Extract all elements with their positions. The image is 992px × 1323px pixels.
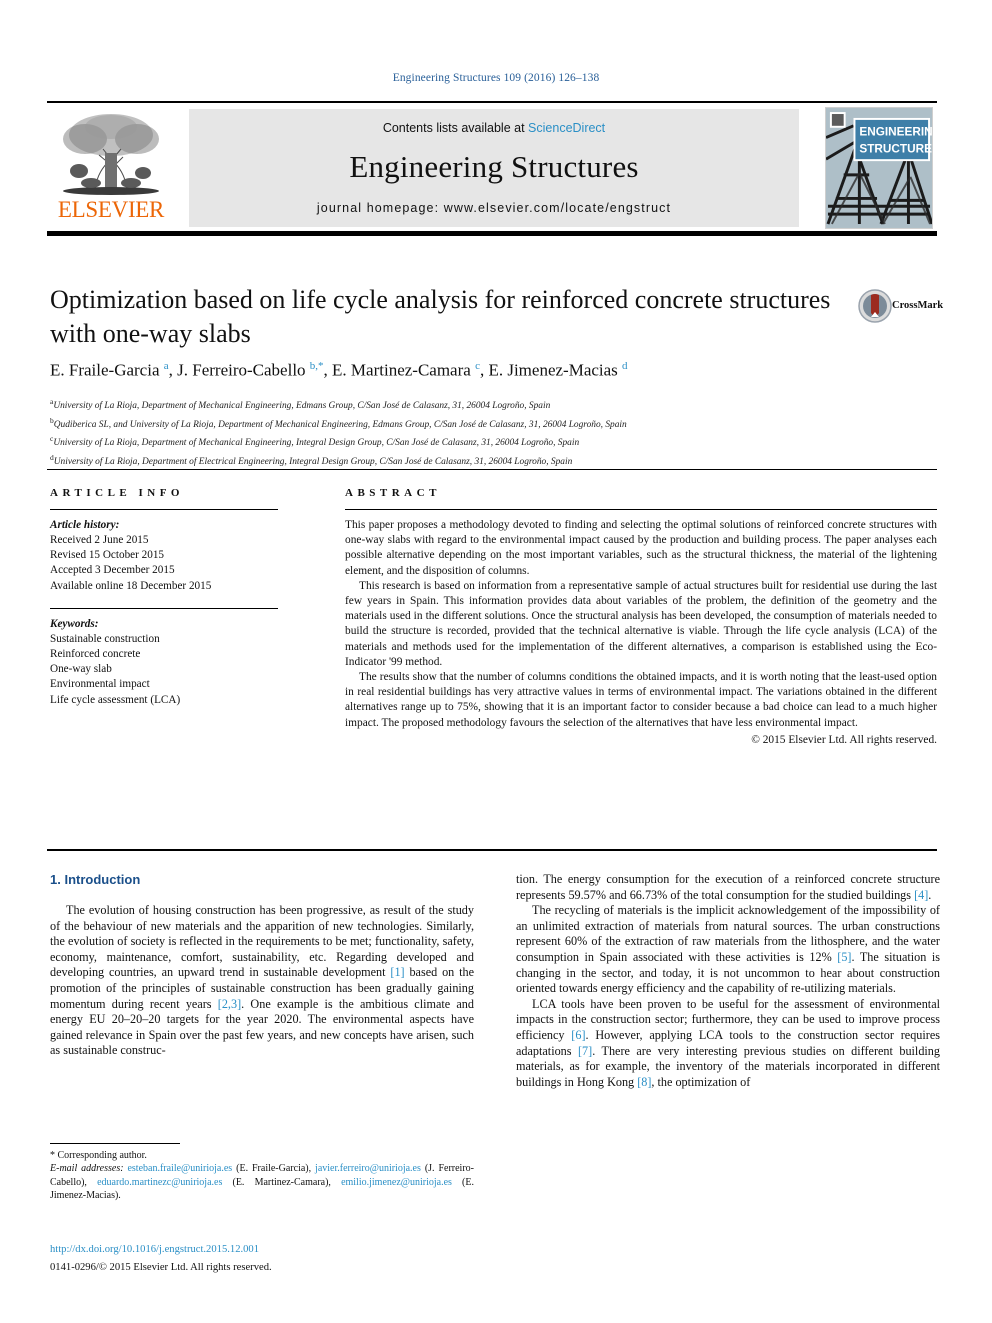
masthead-bottom-rule xyxy=(47,231,937,236)
sciencedirect-link[interactable]: ScienceDirect xyxy=(528,121,605,135)
affiliation-list: aUniversity of La Rioja, Department of M… xyxy=(50,395,910,469)
body-paragraph: tion. The energy consumption for the exe… xyxy=(516,872,940,902)
svg-text:ENGINEERING: ENGINEERING xyxy=(859,126,932,139)
corresponding-author-marker: * xyxy=(50,1150,55,1161)
keyword-item: Reinforced concrete xyxy=(50,648,141,661)
title-block: Optimization based on life cycle analysi… xyxy=(50,283,840,351)
body-columns: 1. Introduction The evolution of housing… xyxy=(50,872,940,1132)
svg-text:STRUCTURES: STRUCTURES xyxy=(859,142,932,155)
abstract-bottom-rule xyxy=(47,849,937,851)
article-first-page: Engineering Structures 109 (2016) 126–13… xyxy=(0,0,992,1323)
affiliation-c: cUniversity of La Rioja, Department of M… xyxy=(50,434,580,449)
article-info-rule xyxy=(50,509,278,510)
affiliation-a: aUniversity of La Rioja, Department of M… xyxy=(50,397,551,412)
footnote-block: * Corresponding author. E-mail addresses… xyxy=(50,1143,474,1203)
article-history-group: Article history: Received 2 June 2015 Re… xyxy=(50,518,300,594)
corresponding-author-note: * Corresponding author. xyxy=(50,1149,474,1162)
body-paragraph: The evolution of housing construction ha… xyxy=(50,903,474,1058)
doi-link[interactable]: http://dx.doi.org/10.1016/j.engstruct.20… xyxy=(50,1243,474,1257)
abstract-paragraph: This research is based on information fr… xyxy=(345,579,937,668)
keyword-item: Sustainable construction xyxy=(50,632,160,645)
paper-title: Optimization based on life cycle analysi… xyxy=(50,285,831,348)
keywords-group: Keywords: Sustainable construction Reinf… xyxy=(50,617,300,708)
crossmark-icon xyxy=(858,289,892,323)
crossmark-label: CrossMark xyxy=(892,300,944,311)
journal-cover-image: ENGINEERING STRUCTURES xyxy=(826,108,932,228)
abstract-paragraph: The results show that the number of colu… xyxy=(345,671,937,729)
affiliation-b: bQudiberica SL, and University of La Rio… xyxy=(50,415,627,430)
elsevier-logo: ELSEVIER xyxy=(51,109,169,227)
issn-copyright-line: 0141-0296/© 2015 Elsevier Ltd. All right… xyxy=(50,1262,272,1273)
email-addresses-label: E-mail addresses: xyxy=(50,1163,124,1175)
abstract-copyright: © 2015 Elsevier Ltd. All rights reserved… xyxy=(751,733,937,746)
elsevier-wordmark: ELSEVIER xyxy=(57,197,165,222)
contents-prefix: Contents lists available at xyxy=(382,121,525,135)
contents-panel: Contents lists available at ScienceDirec… xyxy=(189,109,799,227)
body-column-left: 1. Introduction The evolution of housing… xyxy=(50,872,474,1059)
article-info-heading: ARTICLE INFO xyxy=(50,487,184,499)
masthead-top-rule xyxy=(47,101,937,103)
contents-available-line: Contents lists available at ScienceDirec… xyxy=(189,121,799,135)
abstract-paragraph: This paper proposes a methodology devote… xyxy=(345,519,937,577)
journal-title: Engineering Structures xyxy=(349,149,639,184)
keyword-item: One-way slab xyxy=(50,663,112,676)
body-paragraph: The recycling of materials is the implic… xyxy=(516,903,940,996)
abstract-rule xyxy=(345,509,937,510)
history-revised: Revised 15 October 2015 xyxy=(50,549,165,562)
keywords-rule xyxy=(50,607,278,609)
article-history-label: Article history: xyxy=(50,519,120,531)
running-head: Engineering Structures 109 (2016) 126–13… xyxy=(392,72,600,84)
history-received: Received 2 June 2015 xyxy=(50,534,149,546)
keyword-item: Environmental impact xyxy=(50,678,150,691)
email-addresses-note: E-mail addresses: esteban.fraile@unirioj… xyxy=(50,1162,474,1202)
keyword-item: Life cycle assessment (LCA) xyxy=(50,693,181,706)
journal-cover-thumbnail: ENGINEERING STRUCTURES xyxy=(825,107,933,229)
body-column-right: tion. The energy consumption for the exe… xyxy=(516,872,940,1090)
history-available-online: Available online 18 December 2015 xyxy=(50,579,212,592)
article-info-section: ARTICLE INFO Article history: Received 2… xyxy=(50,487,300,722)
doi-block: http://dx.doi.org/10.1016/j.engstruct.20… xyxy=(50,1243,474,1275)
body-paragraph: LCA tools have been proven to be useful … xyxy=(516,996,940,1089)
journal-homepage-link[interactable]: journal homepage: www.elsevier.com/locat… xyxy=(189,201,799,215)
abstract-heading: ABSTRACT xyxy=(345,487,441,499)
history-accepted: Accepted 3 December 2015 xyxy=(50,564,175,577)
crossmark-badge[interactable]: CrossMark xyxy=(858,289,943,327)
footnote-rule xyxy=(50,1143,180,1144)
info-top-rule xyxy=(47,469,937,470)
keywords-label: Keywords: xyxy=(50,617,99,630)
corresponding-author-text: Corresponding author. xyxy=(57,1150,147,1161)
section-heading-introduction: 1. Introduction xyxy=(50,872,141,887)
affiliation-d: dUniversity of La Rioja, Department of E… xyxy=(50,452,573,467)
author-list: E. Fraile-Garcia a, J. Ferreiro-Cabello … xyxy=(50,360,628,380)
abstract-section: ABSTRACT This paper proposes a methodolo… xyxy=(345,487,937,748)
journal-masthead: ELSEVIER Contents lists available at Sci… xyxy=(47,101,937,236)
elsevier-tree-icon xyxy=(63,114,159,195)
